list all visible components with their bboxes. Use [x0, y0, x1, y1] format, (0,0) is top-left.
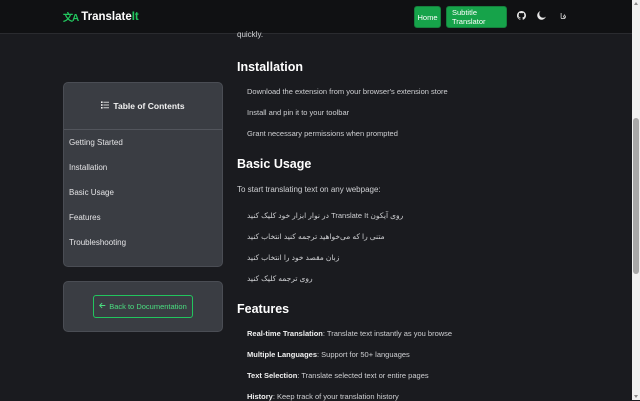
basic-usage-heading: Basic Usage	[237, 157, 312, 171]
brand-name: TranslateIt	[81, 11, 139, 23]
brand-suffix: It	[131, 10, 139, 23]
toc-item-basic-usage[interactable]: Basic Usage	[64, 180, 222, 205]
moon-icon[interactable]	[537, 11, 546, 22]
toc-item-installation[interactable]: Installation	[64, 155, 222, 180]
feature-item: Real-time Translation: Translate text in…	[247, 329, 452, 338]
toc-item-getting-started[interactable]: Getting Started	[64, 130, 222, 155]
feature-desc: : Translate text instantly as you browse	[322, 329, 453, 338]
list-item: Download the extension from your browser…	[247, 87, 448, 96]
list-item: متنی را که می‌خواهید ترجمه کنید انتخاب ک…	[247, 232, 385, 241]
brand-logo[interactable]: 文A TranslateIt	[63, 9, 139, 25]
list-item: روی آیکون Translate It در نوار ابزار خود…	[247, 211, 404, 220]
list-item: Grant necessary permissions when prompte…	[247, 129, 398, 138]
toc-header: Table of Contents	[64, 83, 222, 130]
toc-title: Table of Contents	[113, 101, 185, 111]
feature-item: Text Selection: Translate selected text …	[247, 371, 429, 380]
brand-prefix: Translate	[81, 10, 132, 23]
subtitle-translator-button[interactable]: Subtitle Translator	[446, 6, 507, 28]
partial-paragraph: quickly.	[237, 30, 264, 39]
list-item: Install and pin it to your toolbar	[247, 108, 350, 117]
features-heading: Features	[237, 302, 290, 316]
arrow-left-icon	[99, 302, 106, 311]
home-button[interactable]: Home	[414, 6, 441, 28]
installation-heading: Installation	[237, 60, 303, 74]
back-card: Back to Documentation	[63, 281, 223, 332]
feature-desc: : Translate selected text or entire page…	[297, 371, 429, 380]
scroll-down-arrow-icon[interactable]	[634, 395, 638, 398]
language-toggle[interactable]: فا	[560, 12, 566, 21]
toc-item-features[interactable]: Features	[64, 205, 222, 230]
back-to-documentation-button[interactable]: Back to Documentation	[93, 295, 193, 318]
feature-desc: : Support for 50+ languages	[317, 350, 410, 359]
back-label: Back to Documentation	[109, 302, 187, 311]
table-of-contents: Table of Contents Getting Started Instal…	[63, 82, 223, 267]
basic-usage-intro: To start translating text on any webpage…	[237, 185, 381, 194]
scroll-up-arrow-icon[interactable]	[634, 2, 638, 5]
list-item: زبان مقصد خود را انتخاب کنید	[247, 253, 340, 262]
page-scrollbar[interactable]	[632, 0, 640, 400]
scroll-thumb[interactable]	[633, 118, 639, 274]
translate-icon: 文A	[63, 13, 79, 24]
list-item: روی ترجمه کلیک کنید	[247, 274, 313, 283]
github-icon[interactable]	[517, 11, 526, 22]
toc-item-troubleshooting[interactable]: Troubleshooting	[64, 230, 222, 255]
feature-name: Text Selection	[247, 371, 298, 380]
feature-item: Multiple Languages: Support for 50+ lang…	[247, 350, 410, 359]
feature-name: Multiple Languages	[247, 350, 318, 359]
list-icon	[101, 101, 110, 111]
navbar: 文A TranslateIt Home Subtitle Translator …	[0, 0, 632, 34]
feature-name: Real-time Translation	[247, 329, 323, 338]
